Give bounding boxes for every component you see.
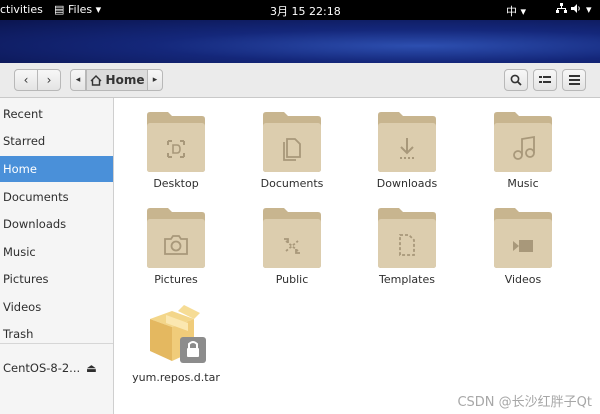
camera-folder-icon [147,208,205,268]
forward-button[interactable]: › [37,69,61,91]
system-menu-arrow[interactable]: ▾ [586,3,592,16]
path-home-label: Home [105,73,145,87]
desktop-background [0,20,600,63]
back-icon: ‹ [23,73,29,87]
video-folder-icon [494,208,552,268]
header-bar: ‹ › ◂ Home ▸ [0,63,600,98]
desktop-folder-icon [147,112,205,172]
sidebar-item-starred[interactable]: Starred [0,128,113,154]
menu-button[interactable] [562,69,586,91]
file-label: Desktop [153,177,199,190]
eject-icon[interactable]: ⏏ [86,355,97,381]
file-label: Videos [504,273,542,286]
file-label: Templates [379,273,435,286]
sidebar-item-recent[interactable]: Recent [0,101,113,127]
sidebar-separator [0,343,113,344]
files-app-icon[interactable]: ▤ [54,3,64,16]
input-method-indicator[interactable]: 中 ▾ [506,3,526,19]
files-app-menu[interactable]: Files ▾ [68,3,101,16]
file-label: Music [507,177,539,190]
path-home-button[interactable]: Home [86,69,148,91]
home-icon [90,74,102,86]
download-folder-icon [378,112,436,172]
sidebar: Recent Starred Home Documents Downloads … [0,98,114,414]
file-label: Documents [260,177,324,190]
files-window: ‹ › ◂ Home ▸ Recent Starred Home Documen… [0,63,600,414]
sidebar-item-music[interactable]: Music [0,239,113,265]
sidebar-item-centos-drive[interactable]: CentOS-8-2... ⏏ [0,355,113,381]
file-label: Public [275,273,309,286]
sidebar-item-documents[interactable]: Documents [0,184,113,210]
watermark-text: CSDN @长沙红胖子Qt [457,395,592,410]
archive-locked-icon [150,305,206,363]
list-view-icon [539,76,551,83]
file-label: yum.repos.d.tar [132,371,220,384]
view-list-button[interactable] [533,69,557,91]
music-folder-icon [494,112,552,172]
share-folder-icon [263,208,321,268]
back-button[interactable]: ‹ [14,69,38,91]
path-scroll-left[interactable]: ◂ [70,69,86,91]
drive-label: CentOS-8-2... [3,361,81,375]
sidebar-item-home[interactable]: Home [0,156,113,182]
network-icon[interactable] [556,3,567,17]
path-scroll-right[interactable]: ▸ [147,69,163,91]
clock[interactable]: 3月 15 22:18 [270,3,341,19]
hamburger-icon [568,75,580,85]
top-panel: ctivities ▤ Files ▾ 3月 15 22:18 中 ▾ ▾ [0,0,600,20]
sidebar-item-downloads[interactable]: Downloads [0,211,113,237]
sidebar-item-videos[interactable]: Videos [0,294,113,320]
sidebar-item-pictures[interactable]: Pictures [0,266,113,292]
search-button[interactable] [504,69,528,91]
template-folder-icon [378,208,436,268]
file-label: Pictures [154,273,198,286]
document-folder-icon [263,112,321,172]
activities-button[interactable]: ctivities [0,3,43,16]
volume-icon[interactable] [571,3,582,17]
forward-icon: › [46,73,52,87]
search-icon [510,74,522,86]
file-label: Downloads [376,177,438,190]
